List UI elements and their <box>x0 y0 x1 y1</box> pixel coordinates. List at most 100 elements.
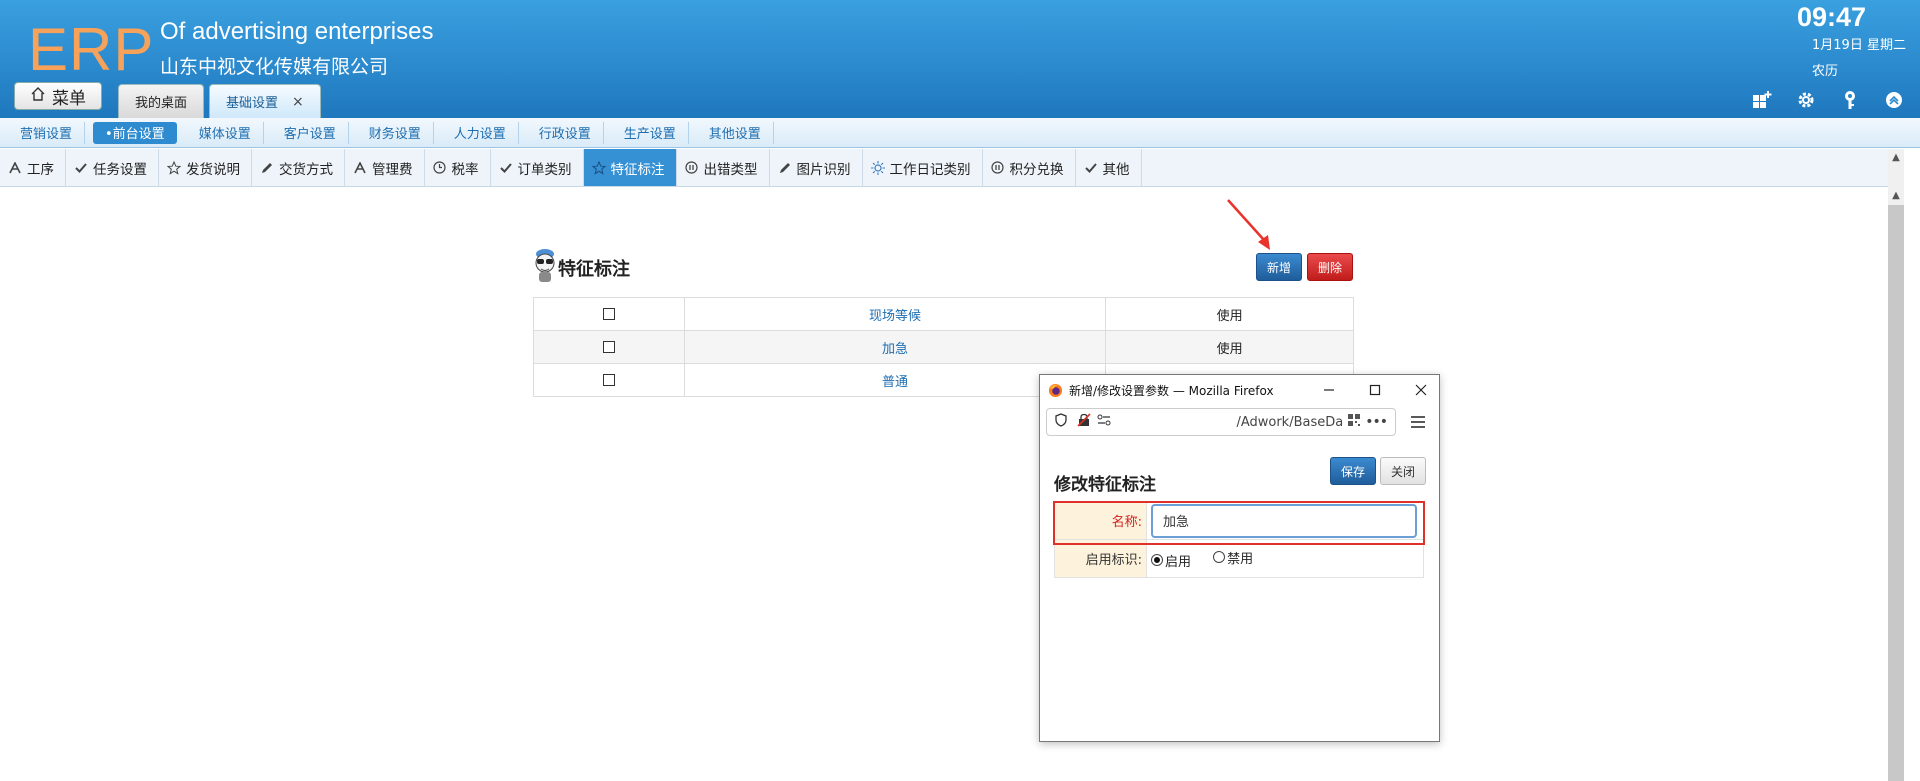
scroll-up-arrow-icon[interactable]: ▲ <box>1890 152 1902 164</box>
nav-customer-settings[interactable]: 客户设置 <box>272 121 349 144</box>
hamburger-menu-icon[interactable] <box>1408 412 1428 432</box>
company-name: 山东中视文化传媒有限公司 <box>160 56 389 78</box>
row-checkbox[interactable] <box>602 374 615 386</box>
close-tab-icon[interactable]: × <box>292 94 304 110</box>
page-scrollbar-thumb[interactable] <box>1888 205 1904 781</box>
subnav-tax-rate[interactable]: 税率 <box>425 149 491 186</box>
pencil-icon <box>778 161 792 175</box>
check-icon <box>499 161 513 175</box>
subnav-feature-tags[interactable]: 特征标注 <box>583 149 677 186</box>
letter-a-icon <box>353 161 367 175</box>
app-header: ERP Of advertising enterprises 山东中视文化传媒有… <box>0 0 1920 118</box>
window-close-icon[interactable] <box>1410 379 1432 401</box>
firefox-icon <box>1048 383 1063 397</box>
subnav-label: 管理费 <box>372 161 413 178</box>
subnav-error-types[interactable]: 出错类型 <box>677 149 770 186</box>
subnav-management-fee[interactable]: 管理费 <box>345 149 425 186</box>
scroll-up-arrow-icon[interactable]: ▲ <box>1890 190 1902 202</box>
nav-finance-settings[interactable]: 财务设置 <box>357 121 434 144</box>
tab-basic-settings[interactable]: 基础设置 × <box>209 84 321 118</box>
row-checkbox[interactable] <box>602 308 615 320</box>
subnav-label: 交货方式 <box>279 161 333 178</box>
form-row-enable: 启用标识: 启用 禁用 <box>1054 539 1424 578</box>
subnav-other[interactable]: 其他 <box>1076 149 1142 186</box>
enable-field-label: 启用标识: <box>1054 539 1147 578</box>
row-status: 使用 <box>1105 330 1354 364</box>
nav-other-settings[interactable]: 其他设置 <box>697 121 774 144</box>
main-menu-button[interactable]: 菜单 <box>14 82 102 110</box>
add-widget-icon[interactable] <box>1750 88 1774 112</box>
minimize-icon[interactable] <box>1318 379 1340 401</box>
subnav-label: 积分兑换 <box>1009 161 1064 178</box>
more-options-icon[interactable]: ••• <box>1365 414 1388 430</box>
subsettings-nav: 工序 任务设置 发货说明 交货方式 管理费 税率 订单类别 特征标注 出错类型 … <box>0 149 1904 187</box>
red-arrow-annotation <box>1227 199 1270 250</box>
row-name-link[interactable]: 现场等候 <box>869 309 921 324</box>
collapse-up-icon[interactable] <box>1882 88 1906 112</box>
brand-subtitle: Of advertising enterprises <box>160 18 434 45</box>
row-name-link[interactable]: 加急 <box>882 342 908 357</box>
subnav-label: 税率 <box>451 161 479 178</box>
insecure-lock-icon <box>1077 413 1091 431</box>
subnav-image-recognition[interactable]: 图片识别 <box>770 149 863 186</box>
subnav-label: 其他 <box>1102 161 1130 178</box>
subnav-work-diary-category[interactable]: 工作日记类别 <box>863 149 983 186</box>
nav-frontdesk-settings[interactable]: •前台设置 <box>93 121 177 144</box>
mascot-icon <box>532 248 558 284</box>
name-field-label: 名称: <box>1054 501 1147 540</box>
permissions-icon <box>1097 414 1111 430</box>
clock-time: 09:47 <box>1796 2 1866 32</box>
row-status: 使用 <box>1105 297 1354 331</box>
radio-label: 禁用 <box>1227 551 1254 567</box>
subnav-label: 订单类别 <box>517 161 572 178</box>
save-button[interactable]: 保存 <box>1330 457 1376 485</box>
close-button[interactable]: 关闭 <box>1380 457 1426 485</box>
subnav-label: 发货说明 <box>186 161 240 178</box>
subnav-shipping-notes[interactable]: 发货说明 <box>159 149 252 186</box>
settings-category-nav: 营销设置 •前台设置 媒体设置 客户设置 财务设置 人力设置 行政设置 生产设置… <box>0 118 1920 148</box>
subnav-delivery-method[interactable]: 交货方式 <box>252 149 345 186</box>
subnav-label: 工序 <box>27 161 54 178</box>
home-icon <box>30 86 46 107</box>
check-icon <box>74 161 88 175</box>
table-row: 现场等候 使用 <box>533 297 1354 331</box>
radio-label: 启用 <box>1165 554 1192 570</box>
form-row-name: 名称: <box>1054 501 1424 540</box>
clock-icon <box>433 161 447 175</box>
subnav-process[interactable]: 工序 <box>0 149 66 186</box>
nav-media-settings[interactable]: 媒体设置 <box>187 121 264 144</box>
row-name-link[interactable]: 普通 <box>882 375 908 390</box>
nav-hr-settings[interactable]: 人力设置 <box>442 121 519 144</box>
nav-marketing-settings[interactable]: 营销设置 <box>8 121 86 144</box>
subnav-label: 特征标注 <box>610 161 665 178</box>
gear-icon[interactable] <box>1794 88 1818 112</box>
key-icon[interactable] <box>1838 88 1862 112</box>
subnav-label: 图片识别 <box>796 161 851 178</box>
subnav-points-exchange[interactable]: 积分兑换 <box>983 149 1076 186</box>
maximize-icon[interactable] <box>1364 379 1386 401</box>
radio-enabled[interactable]: 启用 <box>1151 551 1191 570</box>
page-title: 特征标注 <box>558 259 630 280</box>
edit-dialog-window: 新增/修改设置参数 — Mozilla Firefox /Adwork/Base… <box>1039 374 1440 742</box>
tab-my-desktop[interactable]: 我的桌面 <box>118 84 205 118</box>
radio-unselected-icon <box>1213 551 1226 563</box>
sun-icon <box>870 160 885 175</box>
nav-production-settings[interactable]: 生产设置 <box>612 121 689 144</box>
add-button[interactable]: 新增 <box>1256 253 1302 281</box>
pause-icon <box>685 161 699 175</box>
delete-button[interactable]: 删除 <box>1307 253 1353 281</box>
tab-label: 我的桌面 <box>135 96 188 111</box>
dialog-heading: 修改特征标注 <box>1054 475 1156 495</box>
name-input[interactable] <box>1151 503 1417 538</box>
qr-code-icon[interactable] <box>1347 413 1361 431</box>
subnav-order-category[interactable]: 订单类别 <box>491 149 584 186</box>
radio-disabled[interactable]: 禁用 <box>1213 548 1253 567</box>
subnav-task-settings[interactable]: 任务设置 <box>66 149 159 186</box>
row-checkbox[interactable] <box>602 341 615 353</box>
nav-admin-settings[interactable]: 行政设置 <box>527 121 604 144</box>
check-icon <box>1084 161 1098 175</box>
url-bar[interactable]: /Adwork/BaseDa ••• <box>1046 408 1396 436</box>
radio-selected-icon <box>1151 554 1163 566</box>
pencil-icon <box>260 161 274 175</box>
subnav-label: 出错类型 <box>703 161 758 178</box>
